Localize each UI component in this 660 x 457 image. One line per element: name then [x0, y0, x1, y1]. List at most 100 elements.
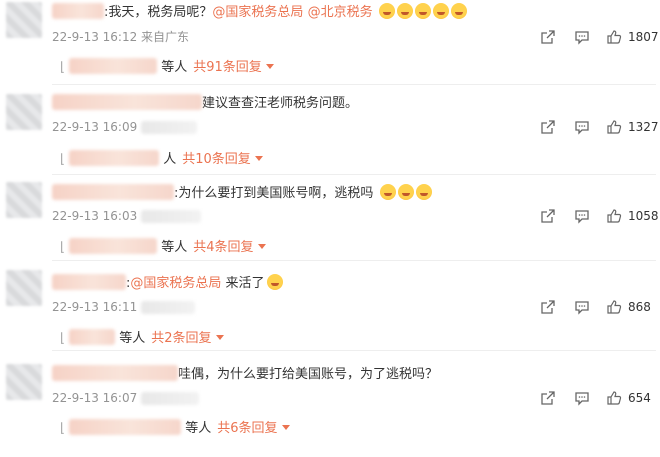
share-icon — [541, 300, 555, 314]
replies-prefix: 等人 — [161, 240, 188, 255]
cat-emoji-icon — [266, 274, 283, 290]
share-icon — [541, 120, 555, 134]
replies-summary: ⌊ 等人 共91条回复 — [60, 56, 274, 75]
replies-prefix: 人 — [163, 152, 177, 167]
like-button[interactable]: 1807 — [606, 28, 659, 46]
comment-button[interactable] — [574, 118, 590, 136]
comment-meta: 22-9-13 16:12 来自广东 — [52, 30, 190, 44]
divider — [52, 350, 656, 351]
share-button[interactable] — [540, 118, 556, 136]
reply-indent-mark: ⌊ — [60, 152, 66, 167]
comment-icon — [575, 301, 589, 315]
share-icon — [541, 209, 555, 223]
crying-emoji-icon — [415, 184, 432, 200]
view-replies-link[interactable]: 共2条回复 — [151, 331, 211, 346]
comment-1: :我天，税务局呢？@国家税务总局 @北京税务 22-9-13 16:12 来自广… — [0, 0, 660, 90]
like-button[interactable]: 1327 — [606, 118, 659, 136]
replies-prefix: 等人 — [119, 331, 146, 346]
comment-button[interactable] — [574, 298, 590, 316]
view-replies-link[interactable]: 共91条回复 — [193, 60, 262, 75]
comment-meta: 22-9-13 16:09 — [52, 120, 198, 134]
comment-4: :@国家税务总局 来活了 22-9-13 16:11 868 ⌊ 等人 共2条回复 — [0, 264, 660, 352]
thumbs-up-icon — [607, 391, 622, 405]
crying-emoji-icon — [379, 184, 396, 200]
like-button[interactable]: 1058 — [606, 207, 659, 225]
divider — [52, 84, 656, 85]
redacted-usernames — [69, 329, 116, 345]
comment-actions: 1327 — [530, 118, 660, 138]
reply-indent-mark: ⌊ — [60, 331, 66, 346]
comment-text: :@国家税务总局 来活了 — [52, 274, 283, 293]
crying-emoji-icon — [432, 3, 449, 19]
chevron-down-icon[interactable] — [281, 425, 290, 430]
chevron-down-icon[interactable] — [215, 335, 224, 340]
avatar[interactable] — [6, 364, 42, 400]
reply-indent-mark: ⌊ — [60, 60, 66, 75]
comment-actions: 1058 — [530, 207, 660, 227]
share-button[interactable] — [540, 207, 556, 225]
avatar[interactable] — [6, 2, 42, 38]
comment-text: 哇偶，为什么要打给美国账号，为了逃税吗？ — [52, 365, 438, 384]
comment-actions: 868 — [530, 298, 660, 318]
crying-emoji-icon — [378, 3, 395, 19]
comment-5: 哇偶，为什么要打给美国账号，为了逃税吗？ 22-9-13 16:07 654 ⌊… — [0, 352, 660, 457]
mention-link[interactable]: @国家税务总局 — [212, 5, 303, 20]
comment-button[interactable] — [574, 28, 590, 46]
redacted-username[interactable] — [52, 365, 178, 381]
like-button[interactable]: 868 — [606, 298, 651, 316]
view-replies-link[interactable]: 共10条回复 — [182, 152, 251, 167]
avatar[interactable] — [6, 270, 42, 306]
redacted-username[interactable] — [52, 3, 104, 19]
comment-body: 哇偶，为什么要打给美国账号，为了逃税吗？ — [178, 367, 439, 382]
like-count: 868 — [628, 300, 651, 314]
redacted-usernames — [69, 238, 158, 254]
share-button[interactable] — [540, 298, 556, 316]
share-button[interactable] — [540, 28, 556, 46]
redacted-usernames — [69, 150, 160, 166]
divider — [52, 174, 656, 175]
crying-emoji-icon — [396, 3, 413, 19]
redacted-usernames — [69, 419, 182, 435]
replies-summary: ⌊ 等人 共4条回复 — [60, 236, 266, 255]
crying-emoji-icon — [397, 184, 414, 200]
like-count: 1807 — [628, 30, 659, 44]
comment-2: 建议查查汪老师税务问题。 22-9-13 16:09 1327 ⌊ 人共10条回… — [0, 90, 660, 178]
like-button[interactable]: 654 — [606, 389, 651, 407]
avatar[interactable] — [6, 94, 42, 130]
comment-body: 来活了 — [221, 276, 265, 291]
mention-link[interactable]: @北京税务 — [308, 5, 373, 20]
like-count: 1058 — [628, 209, 659, 223]
redacted-username[interactable] — [52, 94, 202, 110]
comment-icon — [575, 31, 589, 45]
share-button[interactable] — [540, 389, 556, 407]
view-replies-link[interactable]: 共6条回复 — [217, 421, 277, 436]
crying-emoji-icon — [450, 3, 467, 19]
chevron-down-icon[interactable] — [257, 244, 266, 249]
comment-body: 我天，税务局呢？ — [108, 5, 213, 20]
chevron-down-icon[interactable] — [254, 156, 263, 161]
comment-body: 建议查查汪老师税务问题。 — [202, 96, 359, 111]
comment-actions: 654 — [530, 389, 660, 409]
reply-indent-mark: ⌊ — [60, 240, 66, 255]
thumbs-up-icon — [607, 120, 622, 134]
replies-prefix: 等人 — [185, 421, 212, 436]
like-count: 1327 — [628, 120, 659, 134]
comment-text: :为什么要打到美国账号啊，逃税吗 — [52, 184, 432, 203]
redacted-username[interactable] — [52, 274, 126, 290]
thumbs-up-icon — [607, 300, 622, 314]
replies-prefix: 等人 — [161, 60, 188, 75]
share-icon — [541, 391, 555, 405]
divider — [52, 260, 656, 261]
thumbs-up-icon — [607, 30, 622, 44]
comment-button[interactable] — [574, 389, 590, 407]
mention-link[interactable]: @国家税务总局 — [130, 276, 221, 291]
redacted-usernames — [69, 58, 158, 74]
share-icon — [541, 30, 555, 44]
avatar[interactable] — [6, 182, 42, 218]
redacted-username[interactable] — [52, 184, 174, 200]
comment-icon — [575, 121, 589, 135]
chevron-down-icon[interactable] — [265, 64, 274, 69]
comment-button[interactable] — [574, 207, 590, 225]
replies-summary: ⌊ 等人 共2条回复 — [60, 327, 224, 346]
view-replies-link[interactable]: 共4条回复 — [193, 240, 253, 255]
